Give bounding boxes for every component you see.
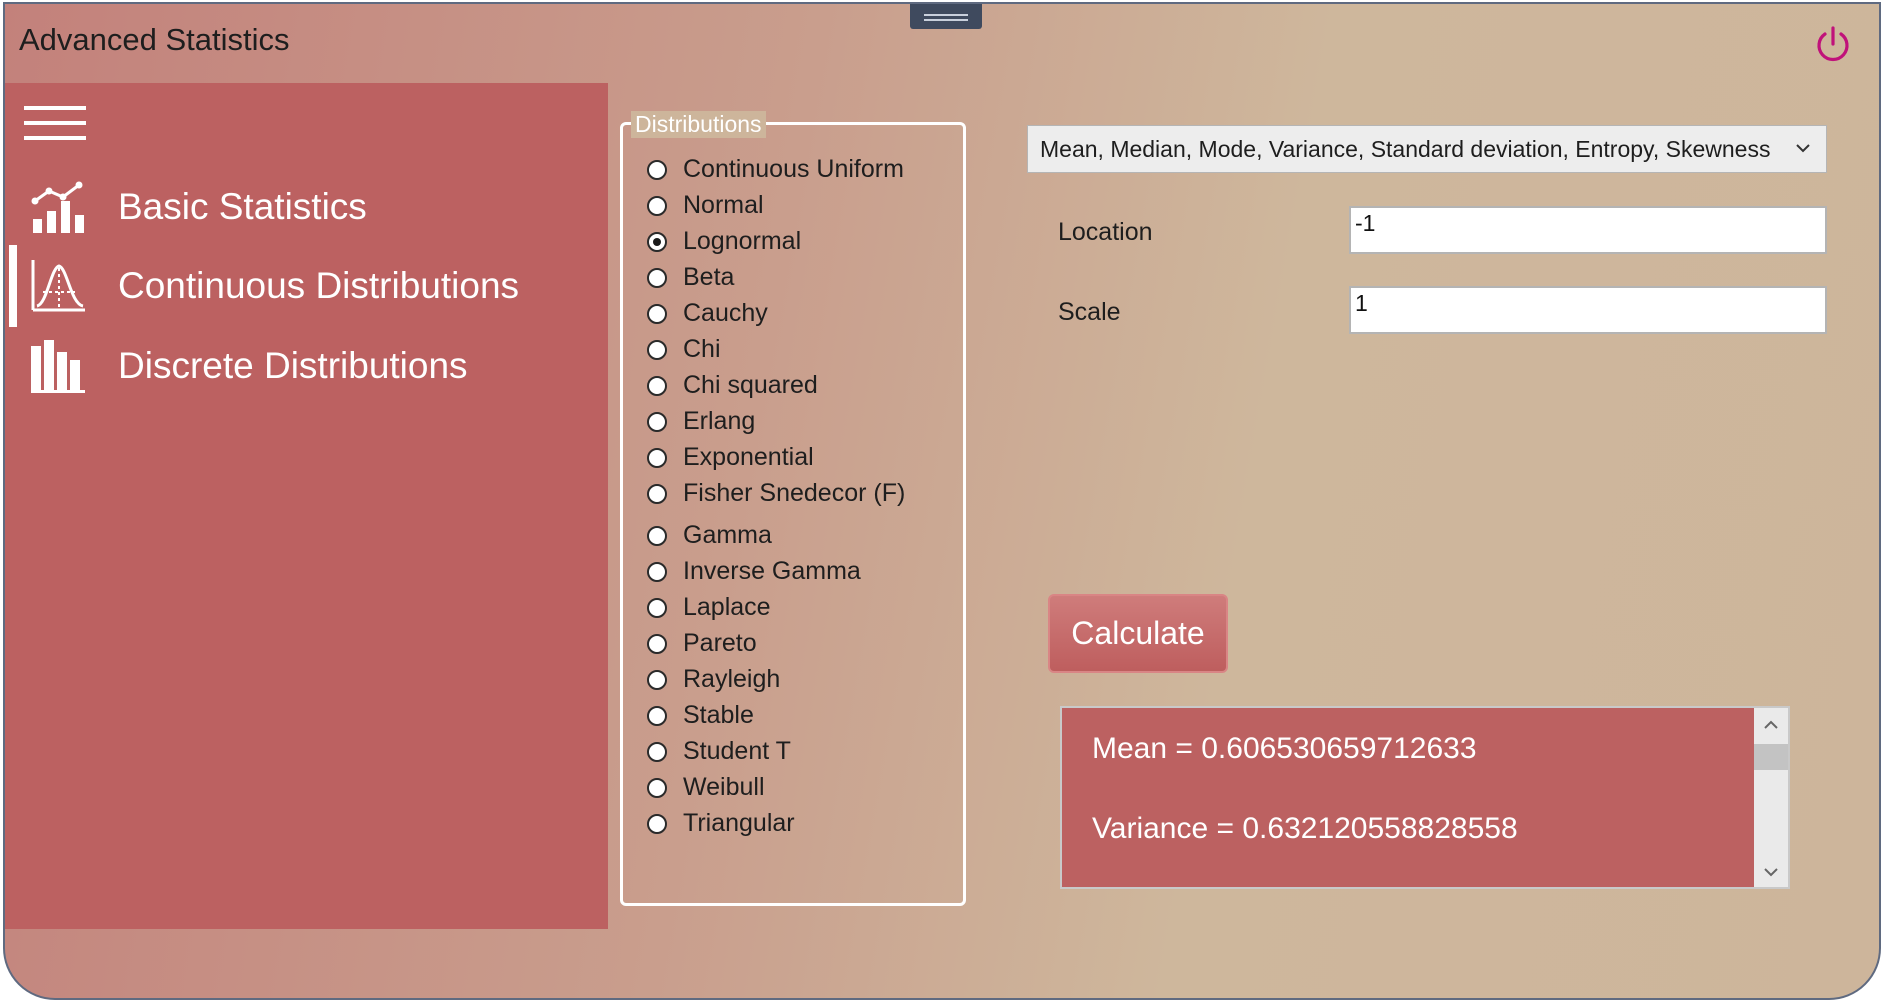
radio-button[interactable] — [647, 339, 667, 360]
statistics-dropdown[interactable]: Mean, Median, Mode, Variance, Standard d… — [1027, 125, 1827, 173]
radio-label: Beta — [683, 263, 735, 291]
bell-curve-icon — [31, 260, 85, 312]
radio-label: Stable — [683, 701, 754, 729]
distribution-option-continuous-uniform[interactable]: Continuous Uniform — [647, 155, 904, 184]
sidebar-item-label: Basic Statistics — [118, 186, 367, 227]
distribution-option-exponential[interactable]: Exponential — [647, 443, 814, 472]
radio-button[interactable] — [647, 705, 667, 726]
statistics-dropdown-value: Mean, Median, Mode, Variance, Standard d… — [1040, 135, 1771, 162]
radio-label: Chi squared — [683, 371, 818, 399]
radio-label: Gamma — [683, 521, 772, 549]
radio-label: Cauchy — [683, 299, 768, 327]
window-drag-handle[interactable] — [910, 4, 982, 29]
hamburger-menu-icon[interactable] — [24, 106, 86, 144]
distribution-option-pareto[interactable]: Pareto — [647, 629, 757, 658]
radio-button[interactable] — [647, 267, 667, 288]
radio-button[interactable] — [647, 525, 667, 546]
radio-label: Fisher Snedecor (F) — [683, 479, 906, 507]
radio-button[interactable] — [647, 561, 667, 582]
distribution-option-laplace[interactable]: Laplace — [647, 593, 771, 622]
sidebar-item-basic-statistics[interactable]: Basic Statistics — [5, 176, 605, 238]
distribution-option-fisher-snedecor-f[interactable]: Fisher Snedecor (F) — [647, 479, 905, 508]
scroll-up-icon[interactable] — [1763, 718, 1779, 732]
sidebar: Basic Statistics Continuous Distribution… — [5, 83, 608, 929]
sidebar-item-discrete-distributions[interactable]: Discrete Distributions — [5, 335, 605, 397]
location-input[interactable] — [1349, 206, 1827, 254]
calculate-button[interactable]: Calculate — [1048, 594, 1228, 673]
sidebar-item-continuous-distributions[interactable]: Continuous Distributions — [5, 255, 605, 317]
radio-label: Normal — [683, 191, 764, 219]
radio-label: Weibull — [683, 773, 765, 801]
power-icon[interactable] — [1813, 24, 1853, 64]
radio-label: Erlang — [683, 407, 756, 435]
radio-label: Inverse Gamma — [683, 557, 861, 585]
radio-button[interactable] — [647, 483, 667, 504]
radio-button[interactable] — [647, 195, 667, 216]
scroll-down-icon[interactable] — [1763, 865, 1779, 879]
distributions-groupbox: Distributions Continuous Uniform Normal Lo… — [620, 111, 966, 906]
radio-label: Triangular — [683, 809, 795, 837]
radio-label: Student T — [683, 737, 791, 765]
radio-label: Lognormal — [683, 227, 802, 255]
radio-button[interactable] — [647, 447, 667, 468]
app-title: Advanced Statistics — [19, 22, 290, 57]
radio-button[interactable] — [647, 411, 667, 432]
app-window: Advanced Statistics Basic Statistics Con… — [3, 2, 1881, 1000]
distribution-option-lognormal[interactable]: Lognormal — [647, 227, 801, 256]
distributions-legend: Distributions — [631, 111, 766, 138]
distribution-option-chi-squared[interactable]: Chi squared — [647, 371, 818, 400]
distribution-option-stable[interactable]: Stable — [647, 701, 754, 730]
radio-button[interactable] — [647, 813, 667, 834]
radio-button[interactable] — [647, 741, 667, 762]
distribution-option-normal[interactable]: Normal — [647, 191, 764, 220]
distribution-option-erlang[interactable]: Erlang — [647, 407, 755, 436]
radio-label: Exponential — [683, 443, 814, 471]
scale-input[interactable] — [1349, 286, 1827, 334]
radio-label: Continuous Uniform — [683, 155, 904, 183]
scale-label: Scale — [1058, 298, 1121, 326]
sidebar-item-label: Discrete Distributions — [118, 345, 468, 386]
distribution-option-inverse-gamma[interactable]: Inverse Gamma — [647, 557, 861, 586]
radio-button[interactable] — [647, 669, 667, 690]
distribution-option-beta[interactable]: Beta — [647, 263, 734, 292]
radio-button[interactable] — [647, 231, 667, 252]
bar-chart-icon — [31, 340, 85, 393]
radio-label: Pareto — [683, 629, 757, 657]
distribution-option-weibull[interactable]: Weibull — [647, 773, 765, 802]
radio-button[interactable] — [647, 159, 667, 180]
radio-button[interactable] — [647, 777, 667, 798]
scroll-thumb[interactable] — [1754, 744, 1788, 770]
distribution-option-gamma[interactable]: Gamma — [647, 521, 772, 550]
results-scrollbar[interactable] — [1754, 708, 1788, 887]
chart-bars-line-icon — [31, 181, 84, 233]
location-label: Location — [1058, 218, 1153, 246]
radio-label: Chi — [683, 335, 721, 363]
result-line-variance: Variance = 0.632120558828558 — [1092, 812, 1518, 845]
chevron-down-icon — [1796, 144, 1810, 153]
radio-button[interactable] — [647, 633, 667, 654]
distribution-option-triangular[interactable]: Triangular — [647, 809, 795, 838]
distribution-option-student-t[interactable]: Student T — [647, 737, 791, 766]
radio-label: Laplace — [683, 593, 771, 621]
distribution-option-cauchy[interactable]: Cauchy — [647, 299, 768, 328]
radio-button[interactable] — [647, 303, 667, 324]
radio-label: Rayleigh — [683, 665, 781, 693]
results-panel: Mean = 0.606530659712633 Variance = 0.63… — [1060, 706, 1790, 889]
result-line-mean: Mean = 0.606530659712633 — [1092, 732, 1477, 765]
distribution-option-rayleigh[interactable]: Rayleigh — [647, 665, 780, 694]
sidebar-item-label: Continuous Distributions — [118, 265, 520, 306]
radio-button[interactable] — [647, 597, 667, 618]
radio-button[interactable] — [647, 375, 667, 396]
distribution-option-chi[interactable]: Chi — [647, 335, 721, 364]
